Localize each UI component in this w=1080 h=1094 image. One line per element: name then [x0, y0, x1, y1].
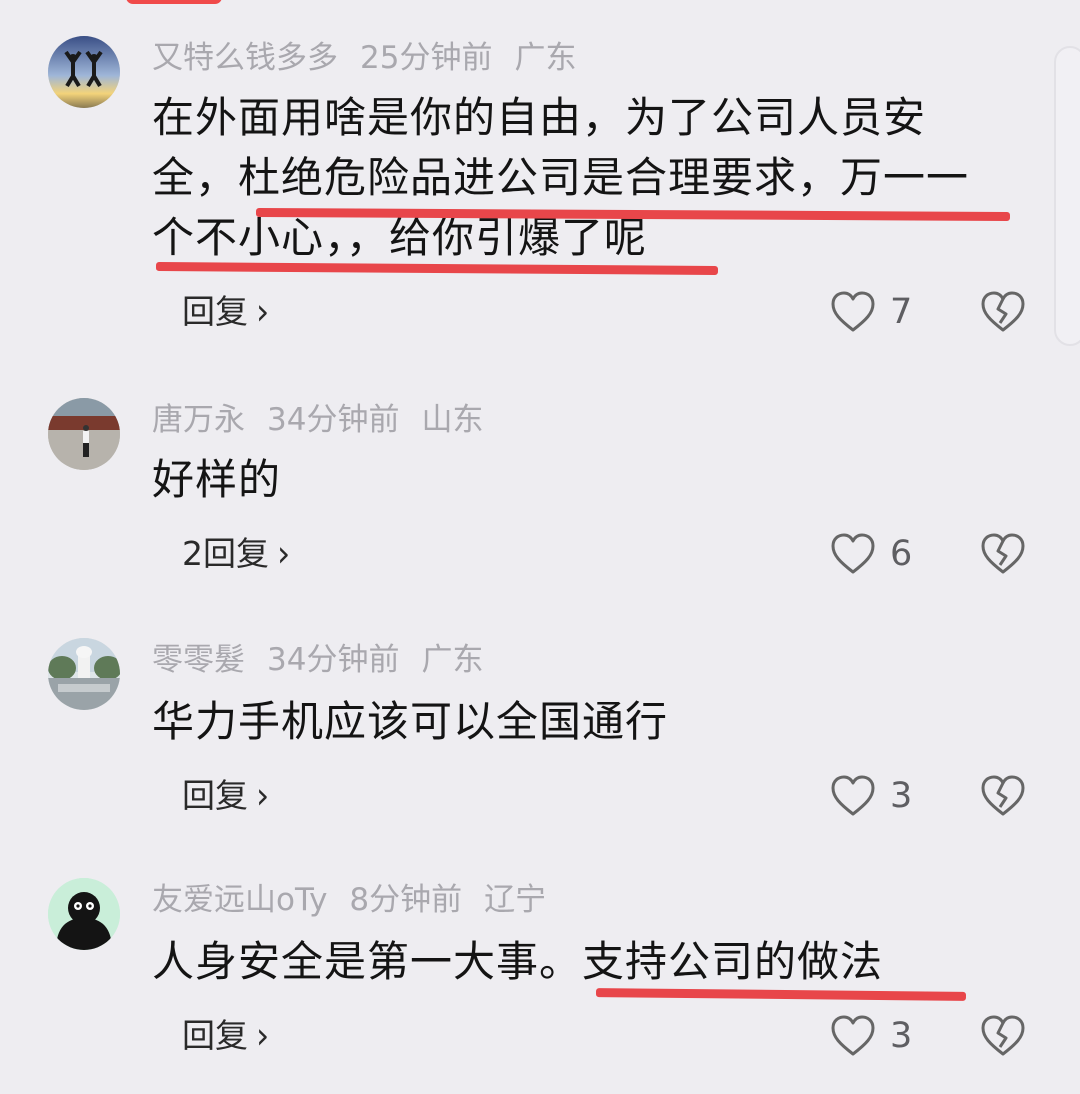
reply-button[interactable]: 回复 › [182, 774, 270, 817]
reply-button[interactable]: 2回复 › [182, 532, 291, 575]
avatar[interactable] [48, 398, 120, 470]
heart-outline-icon [831, 291, 875, 332]
chevron-right-icon: › [256, 290, 270, 333]
heart-outline-icon [831, 775, 875, 816]
reply-button[interactable]: 回复 › [182, 1014, 270, 1057]
like-button[interactable]: 6 [830, 532, 920, 576]
comment-text: 在外面用啥是你的自由，为了公司人员安 全，杜绝危险品进公司是合理要求，万一一 个… [152, 88, 1032, 268]
comment-meta: 友爱远山oTy 8分钟前 辽宁 [152, 880, 568, 920]
heart-outline-icon [831, 533, 875, 574]
dislike-button[interactable] [980, 774, 1026, 818]
like-button[interactable]: 3 [830, 1014, 920, 1058]
username[interactable]: 友爱远山oTy [152, 882, 327, 918]
like-count: 3 [890, 1016, 913, 1056]
timestamp: 34分钟前 [267, 402, 400, 438]
comment-text-line: 华力手机应该可以全国通行 [152, 697, 669, 746]
like-count: 7 [890, 292, 913, 332]
comment-text-line: 全，杜绝危险品进公司是合理要求，万一一 [152, 153, 970, 202]
like-count: 6 [890, 534, 913, 574]
location: 广东 [421, 642, 484, 678]
comment-meta: 零零髮 34分钟前 广东 [152, 640, 505, 680]
comment-text: 好样的 [152, 450, 1032, 510]
reply-label: 回复 [182, 1016, 248, 1055]
comment-text: 华力手机应该可以全国通行 [152, 692, 1032, 752]
comment-text-line: 好样的 [152, 455, 282, 504]
dislike-button[interactable] [980, 290, 1026, 334]
broken-heart-icon [981, 1015, 1025, 1056]
timestamp: 25分钟前 [360, 40, 493, 76]
location: 山东 [421, 402, 484, 438]
chevron-right-icon: › [256, 1014, 270, 1057]
dislike-button[interactable] [980, 532, 1026, 576]
broken-heart-icon [981, 775, 1025, 816]
avatar[interactable] [48, 878, 120, 950]
username[interactable]: 唐万永 [152, 402, 245, 438]
dislike-button[interactable] [980, 1014, 1026, 1058]
broken-heart-icon [981, 291, 1025, 332]
comment-meta: 唐万永 34分钟前 山东 [152, 400, 505, 440]
timestamp: 8分钟前 [349, 882, 463, 918]
heart-outline-icon [831, 1015, 875, 1056]
reply-label: 2回复 [182, 534, 269, 573]
comment-text-line: 在外面用啥是你的自由，为了公司人员安 [152, 93, 927, 142]
username[interactable]: 零零髮 [152, 642, 245, 678]
reply-button[interactable]: 回复 › [182, 290, 270, 333]
like-button[interactable]: 3 [830, 774, 920, 818]
comment-meta: 又特么钱多多 25分钟前 广东 [152, 38, 598, 78]
reply-label: 回复 [182, 776, 248, 815]
avatar[interactable] [48, 36, 120, 108]
like-count: 3 [890, 776, 913, 816]
top-tab-indicator [126, 0, 222, 4]
reply-label: 回复 [182, 292, 248, 331]
chevron-right-icon: › [256, 774, 270, 817]
side-panel-edge [1054, 46, 1080, 346]
location: 广东 [514, 40, 577, 76]
like-button[interactable]: 7 [830, 290, 920, 334]
location: 辽宁 [484, 882, 547, 918]
timestamp: 34分钟前 [267, 642, 400, 678]
username[interactable]: 又特么钱多多 [152, 40, 338, 76]
comment-text: 人身安全是第一大事。支持公司的做法 [152, 932, 1032, 992]
broken-heart-icon [981, 533, 1025, 574]
chevron-right-icon: › [277, 532, 291, 575]
comment-text-line: 人身安全是第一大事。支持公司的做法 [152, 937, 884, 986]
avatar[interactable] [48, 638, 120, 710]
